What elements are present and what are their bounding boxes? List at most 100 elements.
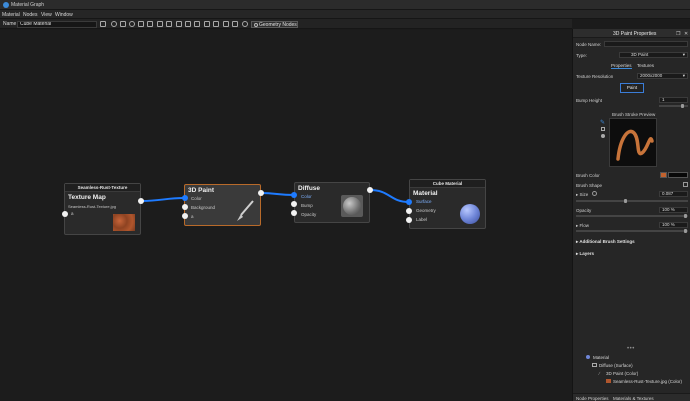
panel-bottom-tabs: Node Properties Materials & Textures — [573, 393, 690, 401]
brush-color-swatch[interactable] — [660, 172, 667, 178]
material-name-input[interactable] — [17, 20, 97, 28]
paint-output-port[interactable] — [258, 190, 264, 196]
bump-height-knob[interactable] — [681, 104, 684, 108]
name-label: Name — [3, 21, 17, 27]
diffuse-opacity-port[interactable] — [291, 210, 297, 216]
tab-node-properties[interactable]: Node Properties — [576, 396, 609, 401]
opacity-knob[interactable] — [684, 214, 687, 218]
brush-color-label: Brush Color — [576, 173, 600, 178]
additional-brush-settings-section[interactable]: ▸ Additional Brush Settings — [576, 239, 635, 245]
grid-icon[interactable] — [120, 21, 126, 27]
paint-color-port[interactable] — [182, 195, 188, 201]
table-icon[interactable] — [166, 21, 172, 27]
texture-filename: Seamless-Rust-Texture.jpg — [68, 204, 117, 209]
menu-nodes[interactable]: Nodes — [23, 12, 37, 18]
rotate-icon[interactable] — [111, 21, 117, 27]
paint-node[interactable]: 3D Paint Color Background a — [184, 184, 261, 226]
diffuse-node[interactable]: Diffuse Color Bump Opacity — [294, 182, 370, 223]
copy-icon[interactable] — [176, 21, 182, 27]
material-surface-port[interactable] — [406, 199, 412, 205]
diffuse-output-port[interactable] — [367, 187, 373, 193]
texture-node[interactable]: Seamless-Rust-Texture Texture Map Seamle… — [64, 183, 141, 235]
detach-icon[interactable]: ❐ — [676, 31, 680, 37]
texture-output-port[interactable] — [138, 198, 144, 204]
tree-item-material[interactable]: Material — [593, 355, 609, 360]
opacity-slider[interactable] — [576, 215, 688, 217]
node-graph-canvas[interactable]: Seamless-Rust-Texture Texture Map Seamle… — [0, 30, 572, 401]
size-slider[interactable] — [576, 200, 688, 202]
size-field[interactable]: 0.087 — [659, 191, 688, 197]
menu-material[interactable]: Material — [2, 12, 20, 18]
clock-icon[interactable] — [129, 21, 135, 27]
align-icon[interactable] — [147, 21, 153, 27]
paint-a-port[interactable] — [182, 213, 188, 219]
brush-shape-label: Brush Shape — [576, 183, 603, 188]
drag-handle-icon[interactable]: ••• — [627, 346, 635, 352]
close-icon[interactable]: ✕ — [684, 31, 688, 37]
port-label-color: Color — [301, 194, 312, 199]
frame-icon[interactable] — [138, 21, 144, 27]
size-reset-icon[interactable] — [592, 191, 597, 196]
checkbox-icon[interactable] — [204, 21, 210, 27]
fill-icon[interactable] — [601, 134, 605, 138]
split-icon[interactable] — [223, 21, 229, 27]
size-expander[interactable]: ▸ Size — [576, 192, 588, 198]
eraser-icon[interactable] — [601, 127, 605, 131]
flow-field[interactable]: 100 % — [659, 222, 688, 228]
texture-resolution-value: 2000x2000 — [640, 73, 663, 78]
port-label-geometry: Geometry — [416, 208, 436, 213]
menu-view[interactable]: View — [41, 12, 52, 18]
layers-section[interactable]: ▸ Layers — [576, 251, 594, 257]
move-icon[interactable] — [242, 21, 248, 27]
expand-icon[interactable] — [232, 21, 238, 27]
node-title: Texture Map — [68, 194, 106, 201]
flow-slider[interactable] — [576, 230, 688, 232]
material-sphere-icon — [586, 355, 590, 359]
bump-height-field[interactable]: 1 — [659, 97, 688, 103]
tab-properties[interactable]: Properties — [611, 63, 632, 69]
stack-icon[interactable] — [194, 21, 200, 27]
flow-expander[interactable]: ▸ Flow — [576, 223, 589, 229]
flow-knob[interactable] — [684, 229, 687, 233]
diffuse-color-port[interactable] — [291, 192, 297, 198]
paste-icon[interactable] — [185, 21, 191, 27]
texture-icon — [606, 379, 611, 383]
brush-shape-icon[interactable] — [683, 182, 688, 187]
opacity-label: Opacity — [576, 208, 592, 213]
port-label-opacity: Opacity — [301, 212, 317, 217]
node-header: Cube Material — [410, 180, 485, 188]
wire-texture-to-paint — [140, 197, 185, 202]
tab-textures[interactable]: Textures — [637, 63, 654, 68]
tree-item-diffuse[interactable]: Diffuse (Surface) — [599, 363, 633, 368]
type-dropdown[interactable]: 3D Paint ▾ — [619, 52, 688, 58]
tree-item-texture[interactable]: Seamless-Rust-Texture.jpg (Color) — [613, 379, 682, 384]
brush-stroke — [616, 129, 654, 161]
list-icon[interactable] — [213, 21, 219, 27]
material-geometry-port[interactable] — [406, 208, 412, 214]
rust-thumbnail — [113, 214, 135, 231]
brush-color-secondary-swatch[interactable] — [668, 172, 688, 178]
tab-materials-textures[interactable]: Materials & Textures — [613, 396, 654, 401]
opacity-field[interactable]: 100 % — [659, 207, 688, 213]
geometry-nodes-label: Geometry Nodes — [259, 21, 297, 28]
size-knob[interactable] — [624, 199, 627, 203]
texture-input-port[interactable] — [62, 211, 68, 217]
node-title: Diffuse — [298, 185, 321, 192]
app-icon — [3, 2, 9, 8]
port-label: a — [71, 211, 74, 216]
paint-background-port[interactable] — [182, 204, 188, 210]
diffuse-bump-port[interactable] — [291, 201, 297, 207]
texture-resolution-dropdown[interactable]: 2000x2000 ▾ — [637, 73, 688, 79]
paint-button[interactable]: Paint — [620, 83, 644, 93]
tree-item-3d-paint[interactable]: 3D Paint (Color) — [606, 371, 638, 376]
pencil-icon[interactable]: ✎ — [600, 119, 605, 126]
title-bar: Material Graph — [0, 0, 690, 10]
diffuse-icon — [592, 363, 597, 367]
node-name-field[interactable] — [604, 41, 688, 47]
material-label-port[interactable] — [406, 217, 412, 223]
menu-window[interactable]: Window — [55, 12, 73, 18]
geometry-nodes-button[interactable]: Geometry Nodes — [251, 20, 298, 28]
material-node[interactable]: Cube Material Material Surface Geometry … — [409, 179, 486, 229]
layout-icon[interactable] — [157, 21, 163, 27]
save-icon[interactable] — [100, 21, 106, 27]
